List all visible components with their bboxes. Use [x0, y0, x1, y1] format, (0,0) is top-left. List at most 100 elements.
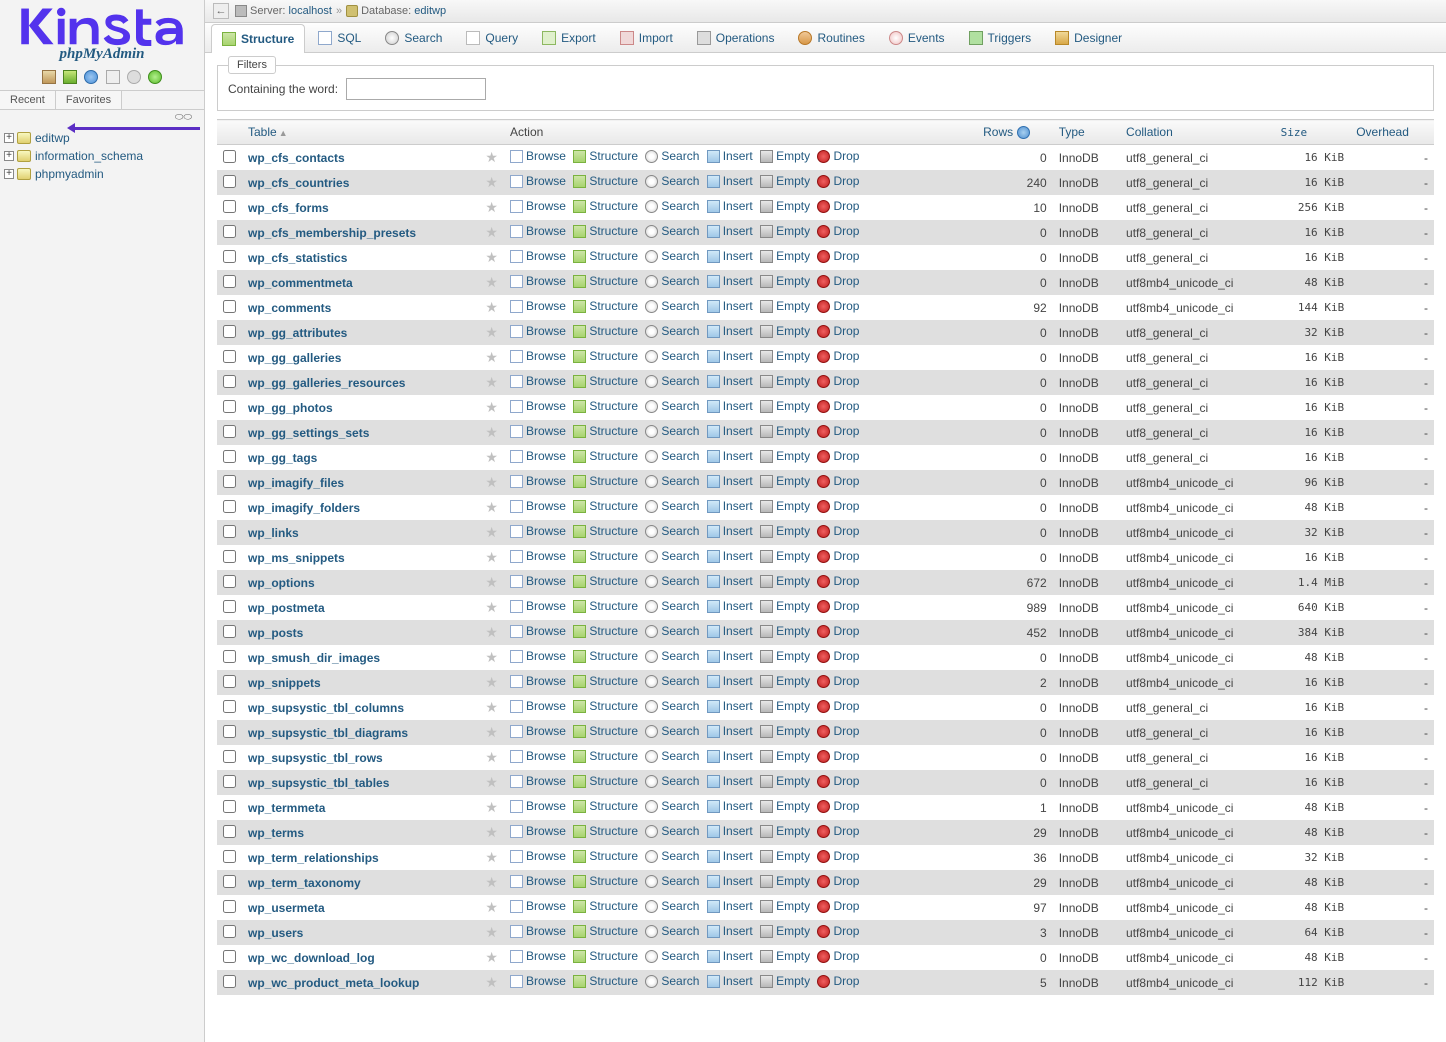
favorite-star-icon[interactable]: ★: [485, 599, 498, 615]
insert-link[interactable]: Insert: [707, 799, 753, 813]
drop-link[interactable]: Drop: [817, 699, 859, 713]
empty-link[interactable]: Empty: [760, 624, 810, 638]
structure-link[interactable]: Structure: [573, 724, 638, 738]
insert-link[interactable]: Insert: [707, 849, 753, 863]
favorite-star-icon[interactable]: ★: [485, 699, 498, 715]
table-name-link[interactable]: wp_supsystic_tbl_rows: [248, 751, 383, 765]
insert-link[interactable]: Insert: [707, 749, 753, 763]
search-link[interactable]: Search: [645, 699, 699, 713]
search-link[interactable]: Search: [645, 224, 699, 238]
empty-link[interactable]: Empty: [760, 574, 810, 588]
structure-link[interactable]: Structure: [573, 599, 638, 613]
search-link[interactable]: Search: [645, 524, 699, 538]
favorite-star-icon[interactable]: ★: [485, 949, 498, 965]
insert-link[interactable]: Insert: [707, 899, 753, 913]
structure-link[interactable]: Structure: [573, 349, 638, 363]
structure-link[interactable]: Structure: [573, 824, 638, 838]
row-checkbox[interactable]: [223, 875, 236, 888]
insert-link[interactable]: Insert: [707, 549, 753, 563]
table-name-link[interactable]: wp_options: [248, 576, 315, 590]
row-checkbox[interactable]: [223, 850, 236, 863]
table-name-link[interactable]: wp_posts: [248, 626, 303, 640]
row-checkbox[interactable]: [223, 700, 236, 713]
structure-link[interactable]: Structure: [573, 224, 638, 238]
insert-link[interactable]: Insert: [707, 524, 753, 538]
drop-link[interactable]: Drop: [817, 324, 859, 338]
browse-link[interactable]: Browse: [510, 399, 566, 413]
drop-link[interactable]: Drop: [817, 449, 859, 463]
insert-link[interactable]: Insert: [707, 424, 753, 438]
favorite-star-icon[interactable]: ★: [485, 199, 498, 215]
db-tree-item[interactable]: +phpmyadmin: [2, 165, 204, 183]
browse-link[interactable]: Browse: [510, 699, 566, 713]
insert-link[interactable]: Insert: [707, 249, 753, 263]
insert-link[interactable]: Insert: [707, 649, 753, 663]
drop-link[interactable]: Drop: [817, 499, 859, 513]
empty-link[interactable]: Empty: [760, 399, 810, 413]
insert-link[interactable]: Insert: [707, 624, 753, 638]
table-name-link[interactable]: wp_ms_snippets: [248, 551, 345, 565]
browse-link[interactable]: Browse: [510, 449, 566, 463]
browse-link[interactable]: Browse: [510, 774, 566, 788]
col-collation[interactable]: Collation: [1120, 120, 1275, 145]
search-link[interactable]: Search: [645, 549, 699, 563]
browse-link[interactable]: Browse: [510, 799, 566, 813]
search-link[interactable]: Search: [645, 799, 699, 813]
empty-link[interactable]: Empty: [760, 724, 810, 738]
db-tree-item[interactable]: +information_schema: [2, 147, 204, 165]
table-name-link[interactable]: wp_terms: [248, 826, 304, 840]
structure-link[interactable]: Structure: [573, 299, 638, 313]
row-checkbox[interactable]: [223, 275, 236, 288]
drop-link[interactable]: Drop: [817, 199, 859, 213]
drop-link[interactable]: Drop: [817, 674, 859, 688]
search-link[interactable]: Search: [645, 949, 699, 963]
search-link[interactable]: Search: [645, 774, 699, 788]
insert-link[interactable]: Insert: [707, 199, 753, 213]
row-checkbox[interactable]: [223, 200, 236, 213]
search-link[interactable]: Search: [645, 874, 699, 888]
structure-link[interactable]: Structure: [573, 924, 638, 938]
favorite-star-icon[interactable]: ★: [485, 624, 498, 640]
structure-link[interactable]: Structure: [573, 449, 638, 463]
drop-link[interactable]: Drop: [817, 974, 859, 988]
row-checkbox[interactable]: [223, 400, 236, 413]
browse-link[interactable]: Browse: [510, 649, 566, 663]
insert-link[interactable]: Insert: [707, 824, 753, 838]
browse-link[interactable]: Browse: [510, 849, 566, 863]
row-checkbox[interactable]: [223, 500, 236, 513]
structure-link[interactable]: Structure: [573, 699, 638, 713]
table-name-link[interactable]: wp_commentmeta: [248, 276, 353, 290]
empty-link[interactable]: Empty: [760, 749, 810, 763]
favorite-star-icon[interactable]: ★: [485, 474, 498, 490]
insert-link[interactable]: Insert: [707, 974, 753, 988]
favorite-star-icon[interactable]: ★: [485, 249, 498, 265]
reload-icon[interactable]: [148, 70, 162, 84]
empty-link[interactable]: Empty: [760, 974, 810, 988]
table-name-link[interactable]: wp_cfs_membership_presets: [248, 226, 416, 240]
browse-link[interactable]: Browse: [510, 249, 566, 263]
browse-link[interactable]: Browse: [510, 374, 566, 388]
insert-link[interactable]: Insert: [707, 174, 753, 188]
favorite-star-icon[interactable]: ★: [485, 649, 498, 665]
tab-designer[interactable]: Designer: [1044, 23, 1133, 52]
empty-link[interactable]: Empty: [760, 674, 810, 688]
row-checkbox[interactable]: [223, 550, 236, 563]
table-name-link[interactable]: wp_links: [248, 526, 299, 540]
search-link[interactable]: Search: [645, 274, 699, 288]
drop-link[interactable]: Drop: [817, 899, 859, 913]
browse-link[interactable]: Browse: [510, 474, 566, 488]
drop-link[interactable]: Drop: [817, 349, 859, 363]
favorite-star-icon[interactable]: ★: [485, 349, 498, 365]
empty-link[interactable]: Empty: [760, 549, 810, 563]
table-name-link[interactable]: wp_supsystic_tbl_columns: [248, 701, 404, 715]
help-icon[interactable]: [84, 70, 98, 84]
drop-link[interactable]: Drop: [817, 849, 859, 863]
row-checkbox[interactable]: [223, 750, 236, 763]
empty-link[interactable]: Empty: [760, 324, 810, 338]
browse-link[interactable]: Browse: [510, 924, 566, 938]
drop-link[interactable]: Drop: [817, 374, 859, 388]
row-checkbox[interactable]: [223, 525, 236, 538]
search-link[interactable]: Search: [645, 324, 699, 338]
search-link[interactable]: Search: [645, 399, 699, 413]
favorite-star-icon[interactable]: ★: [485, 449, 498, 465]
